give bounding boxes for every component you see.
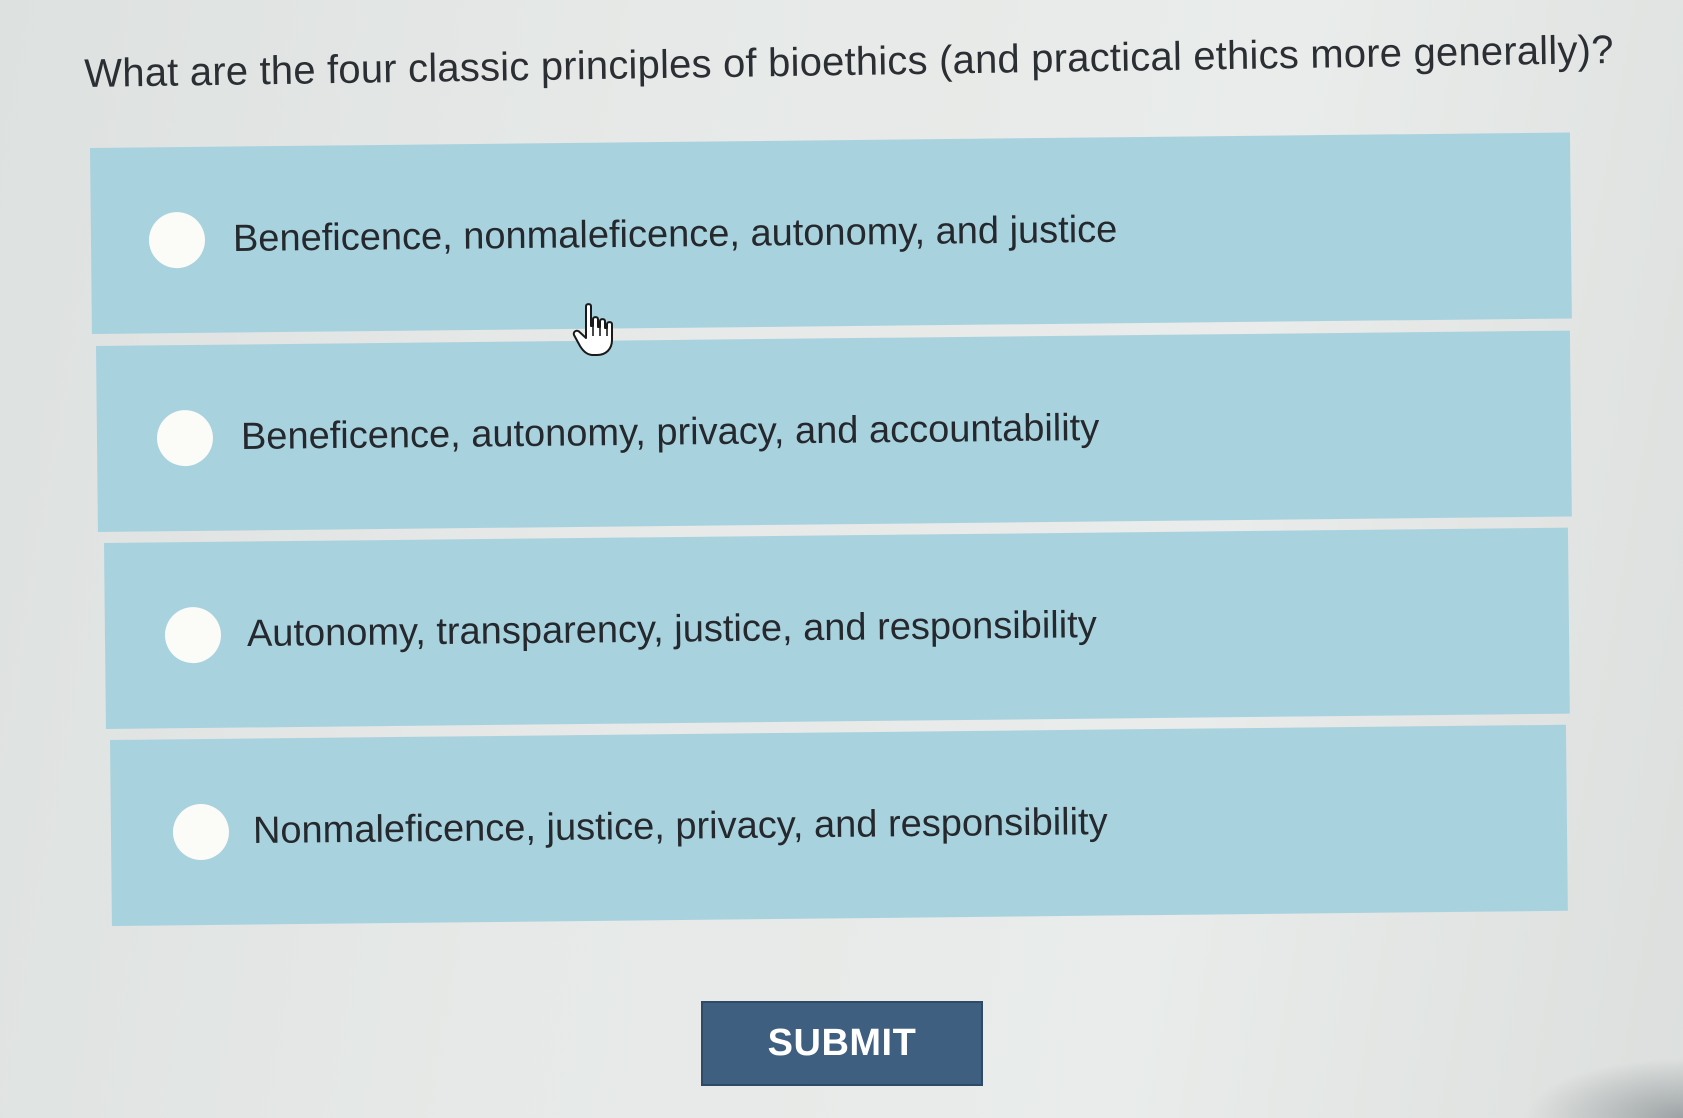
answer-option-label: Beneficence, autonomy, privacy, and acco… — [240, 407, 1100, 458]
answer-option-3[interactable]: Autonomy, transparency, justice, and res… — [104, 527, 1570, 729]
hand-pointer-icon — [572, 303, 613, 356]
corner-shadow — [1523, 1058, 1683, 1118]
question-text: What are the four classic principles of … — [84, 27, 1614, 96]
answer-option-1[interactable]: Beneficence, nonmaleficence, autonomy, a… — [90, 132, 1572, 334]
submit-button[interactable]: SUBMIT — [701, 1001, 983, 1086]
answer-option-label: Autonomy, transparency, justice, and res… — [246, 604, 1097, 656]
answer-option-4[interactable]: Nonmaleficence, justice, privacy, and re… — [110, 724, 1568, 926]
radio-button-icon[interactable] — [164, 606, 222, 664]
radio-button-icon[interactable] — [172, 803, 230, 861]
radio-button-icon[interactable] — [156, 409, 214, 467]
radio-button-icon[interactable] — [148, 211, 206, 269]
answer-option-label: Beneficence, nonmaleficence, autonomy, a… — [232, 208, 1118, 261]
quiz-page: What are the four classic principles of … — [0, 0, 1683, 1118]
answer-option-2[interactable]: Beneficence, autonomy, privacy, and acco… — [96, 330, 1572, 532]
answer-option-label: Nonmaleficence, justice, privacy, and re… — [252, 801, 1108, 853]
